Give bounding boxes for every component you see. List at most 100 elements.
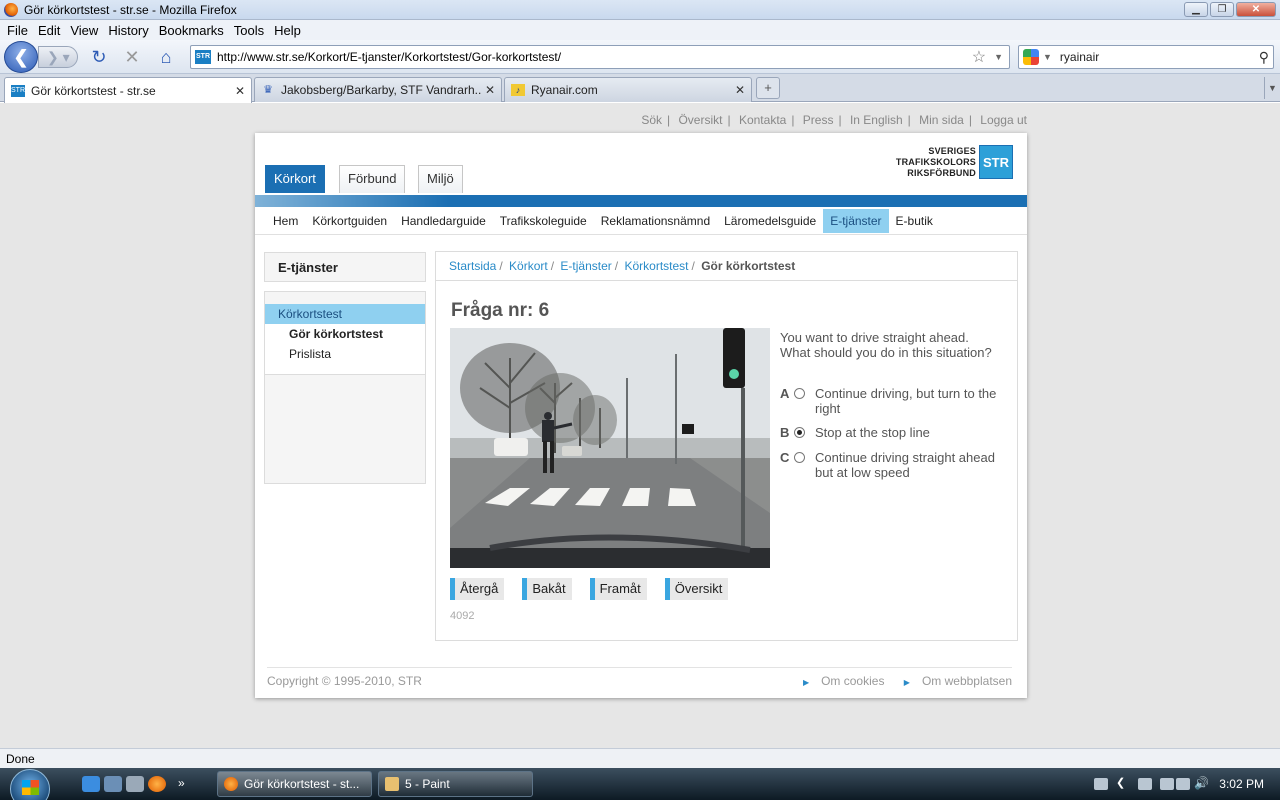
device-icon[interactable] xyxy=(1138,778,1152,790)
footer-link-label: Om cookies xyxy=(821,674,885,688)
answer-a-radio[interactable] xyxy=(794,388,805,399)
menu-file[interactable]: File xyxy=(2,23,33,38)
close-tab-icon[interactable]: ✕ xyxy=(485,83,495,97)
stop-icon[interactable]: ✕ xyxy=(121,47,143,67)
link-in-english[interactable]: In English xyxy=(850,113,903,127)
maintab-korkort[interactable]: Körkort xyxy=(265,165,325,193)
network-icon[interactable] xyxy=(1176,778,1190,790)
link-kontakta[interactable]: Kontakta xyxy=(739,113,786,127)
breadcrumb-current: Gör körkortstest xyxy=(701,259,796,273)
system-tray: ❮ 🔊 3:02 PM xyxy=(1080,768,1280,800)
oversikt-button[interactable]: Översikt xyxy=(664,578,729,600)
windows-logo-icon xyxy=(22,780,39,795)
google-icon[interactable] xyxy=(1023,49,1039,65)
sidebar-item-korkortstest[interactable]: Körkortstest xyxy=(265,304,425,324)
question-title: Fråga nr: 6 xyxy=(451,300,550,321)
sidebar-item-prislista[interactable]: Prislista xyxy=(265,344,425,364)
home-icon[interactable]: ⌂ xyxy=(155,47,177,67)
new-tab-button[interactable]: + xyxy=(756,77,780,99)
menu-tools[interactable]: Tools xyxy=(229,23,269,38)
address-bar[interactable]: STR http://www.str.se/Korkort/E-tjanster… xyxy=(190,45,1010,69)
breadcrumb-e-tjanster[interactable]: E-tjänster xyxy=(560,259,611,273)
subnav-handledarguide[interactable]: Handledarguide xyxy=(394,209,493,233)
breadcrumb-korkort[interactable]: Körkort xyxy=(509,259,548,273)
framat-button[interactable]: Framåt xyxy=(589,578,647,600)
menu-history[interactable]: History xyxy=(103,23,153,38)
status-bar: Done xyxy=(0,748,1280,768)
search-engine-dropdown-icon[interactable]: ▼ xyxy=(1043,52,1052,62)
footer-link-label: Om webbplatsen xyxy=(921,674,1012,688)
breadcrumb-startsida[interactable]: Startsida xyxy=(449,259,496,273)
tab-label: Gör körkortstest - str.se xyxy=(31,83,156,98)
tab-ryanair[interactable]: ♪ Ryanair.com ✕ xyxy=(504,77,752,102)
question-panel: Startsida / Körkort / E-tjänster / Körkorts… xyxy=(435,251,1018,641)
answer-c[interactable]: C Continue driving straight ahead but at… xyxy=(780,450,1010,480)
ie-icon[interactable] xyxy=(82,776,100,792)
quicklaunch-overflow-icon[interactable]: » xyxy=(178,776,196,792)
maintab-miljo[interactable]: Miljö xyxy=(418,165,463,193)
volume-icon[interactable]: 🔊 xyxy=(1194,776,1209,790)
taskbar-item-firefox[interactable]: Gör körkortstest - st... xyxy=(217,771,372,797)
start-button[interactable] xyxy=(10,769,50,800)
question-id: 4092 xyxy=(450,610,475,622)
answer-c-radio[interactable] xyxy=(794,452,805,463)
back-button[interactable]: ❮ xyxy=(4,41,38,73)
answer-letter: B xyxy=(780,425,790,440)
bakat-button[interactable]: Bakåt xyxy=(522,578,572,600)
subnav-e-tjanster[interactable]: E-tjänster xyxy=(823,208,889,233)
url-text[interactable]: http://www.str.se/Korkort/E-tjanster/Kor… xyxy=(217,50,972,64)
search-input[interactable]: ryainair xyxy=(1060,50,1259,64)
subnav-korkortguiden[interactable]: Körkortguiden xyxy=(305,209,394,233)
forward-button[interactable]: ❯ ▾ xyxy=(38,46,78,68)
maintab-forbund[interactable]: Förbund xyxy=(339,165,406,193)
restore-button[interactable]: ❐ xyxy=(1210,2,1234,17)
tab-list-icon[interactable]: ▼ xyxy=(1264,77,1280,99)
keyboard-icon[interactable] xyxy=(1094,778,1108,790)
link-min-sida[interactable]: Min sida xyxy=(919,113,964,127)
atergaa-button[interactable]: Återgå xyxy=(450,578,505,600)
search-icon[interactable]: ⚲ xyxy=(1259,49,1269,66)
tab-label: Ryanair.com xyxy=(531,83,598,97)
network-icon[interactable] xyxy=(1160,778,1174,790)
link-logga-ut[interactable]: Logga ut xyxy=(980,113,1027,127)
answer-b[interactable]: B Stop at the stop line xyxy=(780,425,1010,440)
footer-link-webbplatsen[interactable]: ▶ Om webbplatsen xyxy=(896,674,1012,688)
menu-edit[interactable]: Edit xyxy=(33,23,65,38)
subnav-reklamationsnamnd[interactable]: Reklamationsnämnd xyxy=(594,209,717,233)
clock[interactable]: 3:02 PM xyxy=(1219,777,1264,791)
subnav-hem[interactable]: Hem xyxy=(266,209,305,233)
link-oversikt[interactable]: Översikt xyxy=(678,113,722,127)
subnav-e-butik[interactable]: E-butik xyxy=(889,209,940,233)
reload-icon[interactable]: ↻ xyxy=(88,47,110,67)
close-window-button[interactable]: ✕ xyxy=(1236,2,1276,17)
minimize-button[interactable]: ▁ xyxy=(1184,2,1208,17)
tray-expand-icon[interactable]: ❮ xyxy=(1116,776,1130,789)
taskbar-item-paint[interactable]: 5 - Paint xyxy=(378,771,533,797)
close-tab-icon[interactable]: ✕ xyxy=(735,83,745,97)
question-photo xyxy=(450,328,770,568)
subnav-laromedelsguide[interactable]: Läromedelsguide xyxy=(717,209,823,233)
breadcrumb-korkortstest[interactable]: Körkortstest xyxy=(624,259,688,273)
sidebar-item-gor-korkortstest[interactable]: Gör körkortstest xyxy=(265,324,425,344)
url-dropdown-icon[interactable]: ▼ xyxy=(994,52,1003,62)
switch-windows-icon[interactable] xyxy=(126,776,144,792)
str-logo[interactable]: SVERIGES TRAFIKSKOLORS RIKSFÖRBUND STR xyxy=(896,145,1013,179)
question-text: You want to drive straight ahead. What s… xyxy=(780,330,992,360)
footer-link-cookies[interactable]: ▶ Om cookies xyxy=(795,674,885,688)
menu-view[interactable]: View xyxy=(65,23,103,38)
firefox-quicklaunch-icon[interactable] xyxy=(148,776,166,792)
answer-a[interactable]: A Continue driving, but turn to the righ… xyxy=(780,386,1010,416)
link-press[interactable]: Press xyxy=(803,113,834,127)
close-tab-icon[interactable]: ✕ xyxy=(235,84,245,98)
show-desktop-icon[interactable] xyxy=(104,776,122,792)
tab-str[interactable]: STR Gör körkortstest - str.se ✕ xyxy=(4,77,252,103)
bookmark-star-icon[interactable]: ☆ xyxy=(972,47,986,67)
menu-help[interactable]: Help xyxy=(269,23,306,38)
subnav-trafikskoleguide[interactable]: Trafikskoleguide xyxy=(493,209,594,233)
search-box[interactable]: ▼ ryainair ⚲ xyxy=(1018,45,1274,69)
link-sok[interactable]: Sök xyxy=(641,113,662,127)
tab-stf[interactable]: ♛ Jakobsberg/Barkarby, STF Vandrarh... ✕ xyxy=(254,77,502,102)
answer-text: Continue driving, but turn to the right xyxy=(815,386,997,416)
answer-b-radio[interactable] xyxy=(794,427,805,438)
menu-bookmarks[interactable]: Bookmarks xyxy=(154,23,229,38)
